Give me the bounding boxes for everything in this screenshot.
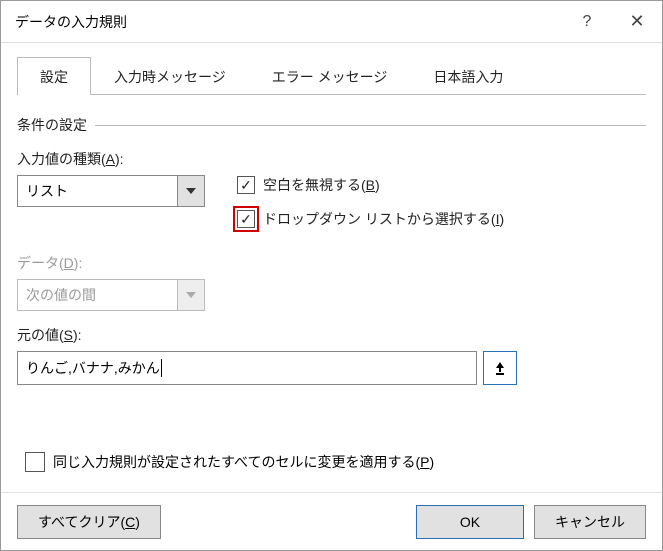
criteria-section: 条件の設定 入力値の種類(A): リスト ✓ 空白を無視する(B) [17,115,646,385]
section-divider [95,125,646,126]
help-button[interactable]: ? [562,1,612,43]
title-bar: データの入力規則 ? ✕ [1,1,662,43]
checkbox-icon: ✓ [237,210,255,228]
data-dropdown-button [177,279,205,311]
ignore-blank-label: 空白を無視する(B) [263,175,380,195]
in-cell-dropdown-label: ドロップダウン リストから選択する(I) [263,209,504,229]
section-title-text: 条件の設定 [17,115,87,135]
text-caret [161,359,162,377]
dialog-window: データの入力規則 ? ✕ 設定 入力時メッセージ エラー メッセージ 日本語入力… [0,0,663,551]
allow-dropdown-button[interactable] [177,175,205,207]
clear-all-button[interactable]: すべてクリア(C) [17,505,161,539]
tab-error-alert[interactable]: エラー メッセージ [249,57,411,95]
range-picker-icon [493,360,507,376]
data-label: データ(D): [17,253,646,273]
section-title: 条件の設定 [17,115,646,135]
in-cell-dropdown-checkbox[interactable]: ✓ ドロップダウン リストから選択する(I) [237,209,646,229]
cancel-button[interactable]: キャンセル [534,505,646,539]
tab-strip: 設定 入力時メッセージ エラー メッセージ 日本語入力 [17,57,646,95]
range-picker-button[interactable] [483,351,517,385]
tab-ime-mode[interactable]: 日本語入力 [410,57,526,95]
ignore-blank-checkbox[interactable]: ✓ 空白を無視する(B) [237,175,646,195]
tab-settings[interactable]: 設定 [17,57,91,95]
dialog-footer: すべてクリア(C) OK キャンセル [1,492,662,550]
source-input[interactable]: りんご,バナナ,みかん [17,351,477,385]
data-value: 次の値の間 [17,279,177,311]
close-button[interactable]: ✕ [612,1,662,43]
allow-value: リスト [17,175,177,207]
apply-all-checkbox[interactable]: 同じ入力規則が設定されたすべてのセルに変更を適用する(P) [25,452,434,472]
data-combo: 次の値の間 [17,279,205,311]
allow-combo[interactable]: リスト [17,175,205,207]
chevron-down-icon [186,292,196,298]
checkbox-icon: ✓ [237,176,255,194]
ok-button[interactable]: OK [416,505,524,539]
chevron-down-icon [186,188,196,194]
dialog-body: 設定 入力時メッセージ エラー メッセージ 日本語入力 条件の設定 入力値の種類… [1,43,662,385]
allow-label: 入力値の種類(A): [17,149,227,169]
source-label: 元の値(S): [17,325,646,345]
source-value: りんご,バナナ,みかん [26,358,160,378]
checkbox-icon [25,452,45,472]
apply-all-label: 同じ入力規則が設定されたすべてのセルに変更を適用する(P) [53,452,434,472]
tab-input-message[interactable]: 入力時メッセージ [91,57,249,95]
window-title: データの入力規則 [15,12,562,32]
